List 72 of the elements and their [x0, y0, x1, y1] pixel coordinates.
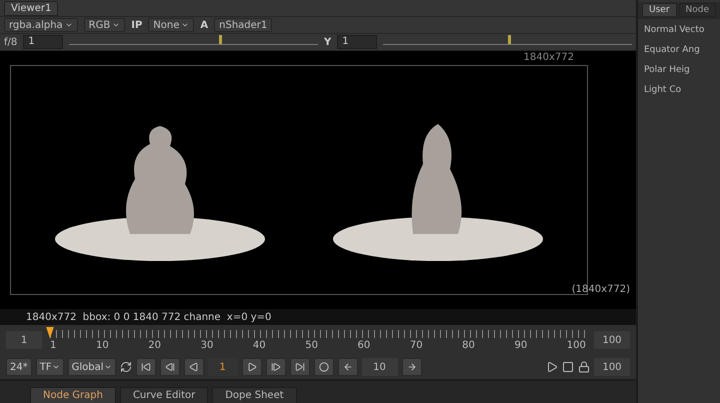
frame-label: 50 — [305, 340, 318, 350]
play-button[interactable] — [242, 358, 262, 376]
fstop-label: f/8 — [4, 36, 18, 48]
channels-dropdown[interactable]: rgba.alpha — [4, 18, 78, 32]
gamma-field[interactable]: 1 — [337, 35, 378, 49]
first-frame-button[interactable] — [136, 358, 156, 376]
play-reverse-button[interactable] — [184, 358, 204, 376]
gamma-handle[interactable] — [508, 35, 511, 44]
circle-icon — [318, 362, 329, 372]
fps-field[interactable]: 24* — [6, 358, 32, 376]
play-icon[interactable] — [546, 361, 558, 373]
increment-field[interactable]: 10 — [362, 358, 398, 376]
input-node-dropdown[interactable]: nShader1 — [214, 18, 272, 32]
forward-increment-button[interactable] — [402, 358, 422, 376]
input-a-label: A — [200, 20, 208, 30]
properties-tab[interactable]: User — [642, 3, 677, 17]
scope-dropdown[interactable]: Global — [68, 358, 116, 376]
last-frame-button[interactable] — [290, 358, 310, 376]
stop-button[interactable] — [314, 358, 334, 376]
parameter-label: Light Co — [643, 84, 682, 97]
parameter-label: Normal Vecto — [643, 24, 706, 37]
properties-tab[interactable]: Node — [678, 3, 716, 17]
play-reverse-icon — [188, 362, 199, 372]
play-icon — [246, 362, 257, 372]
viewer-tab[interactable]: Viewer1 — [4, 0, 58, 16]
frame-label: 80 — [462, 340, 475, 350]
skip-forward-icon — [294, 362, 305, 372]
step-back-button[interactable] — [160, 358, 180, 376]
frame-label: 40 — [252, 340, 266, 350]
caret-icon — [112, 21, 120, 29]
caret-icon — [64, 21, 73, 29]
panel-tab[interactable]: Curve Editor — [120, 387, 208, 403]
step-back-icon — [164, 362, 175, 372]
frame-label: 90 — [514, 340, 528, 350]
arrow-left-icon — [342, 362, 353, 372]
skip-back-icon — [140, 362, 151, 372]
timeline-slider[interactable]: 1 10 20 30 40 50 60 70 80 90 100 — [50, 330, 586, 350]
display-dropdown[interactable]: RGB — [84, 18, 126, 32]
panel-tab[interactable]: Dope Sheet — [212, 387, 297, 403]
frame-label: 100 — [566, 340, 586, 350]
start-frame-field[interactable]: 1 — [6, 331, 42, 349]
current-frame-field[interactable]: 1 — [208, 358, 238, 376]
time-mode-dropdown[interactable]: TF — [36, 358, 64, 376]
frame-label: 10 — [96, 340, 109, 350]
step-forward-button[interactable] — [266, 358, 286, 376]
caret-icon — [181, 21, 190, 29]
end-frame-field[interactable]: 100 — [594, 358, 630, 376]
end-frame-field[interactable]: 100 — [594, 331, 630, 349]
frame-label: 1 — [50, 340, 56, 350]
parameter-label: Equator Ang — [643, 44, 701, 57]
caret-icon — [52, 363, 60, 371]
panel-tab[interactable]: Node Graph — [30, 387, 116, 403]
lock-icon[interactable] — [578, 361, 590, 373]
frame-label: 30 — [200, 340, 214, 350]
caret-icon — [104, 363, 112, 371]
gain-field[interactable]: 1 — [23, 35, 64, 49]
gamma-label: Y — [324, 36, 332, 48]
back-increment-button[interactable] — [338, 358, 358, 376]
ip-label: IP — [131, 20, 142, 30]
playhead-handle[interactable] — [46, 326, 54, 338]
frame-label: 70 — [410, 340, 423, 350]
frame-label: 60 — [358, 340, 370, 350]
arrow-right-icon — [406, 362, 417, 372]
format-label: (1840x772) — [572, 284, 630, 295]
square-icon[interactable] — [562, 361, 574, 373]
parameter-label: Polar Heig — [643, 64, 691, 77]
input-process-dropdown[interactable]: None — [148, 18, 194, 32]
format-label: 1840x772 — [524, 52, 574, 63]
gain-handle[interactable] — [218, 35, 222, 44]
step-forward-icon — [270, 362, 281, 372]
loop-icon[interactable] — [120, 361, 132, 373]
frame-label: 20 — [148, 340, 161, 350]
